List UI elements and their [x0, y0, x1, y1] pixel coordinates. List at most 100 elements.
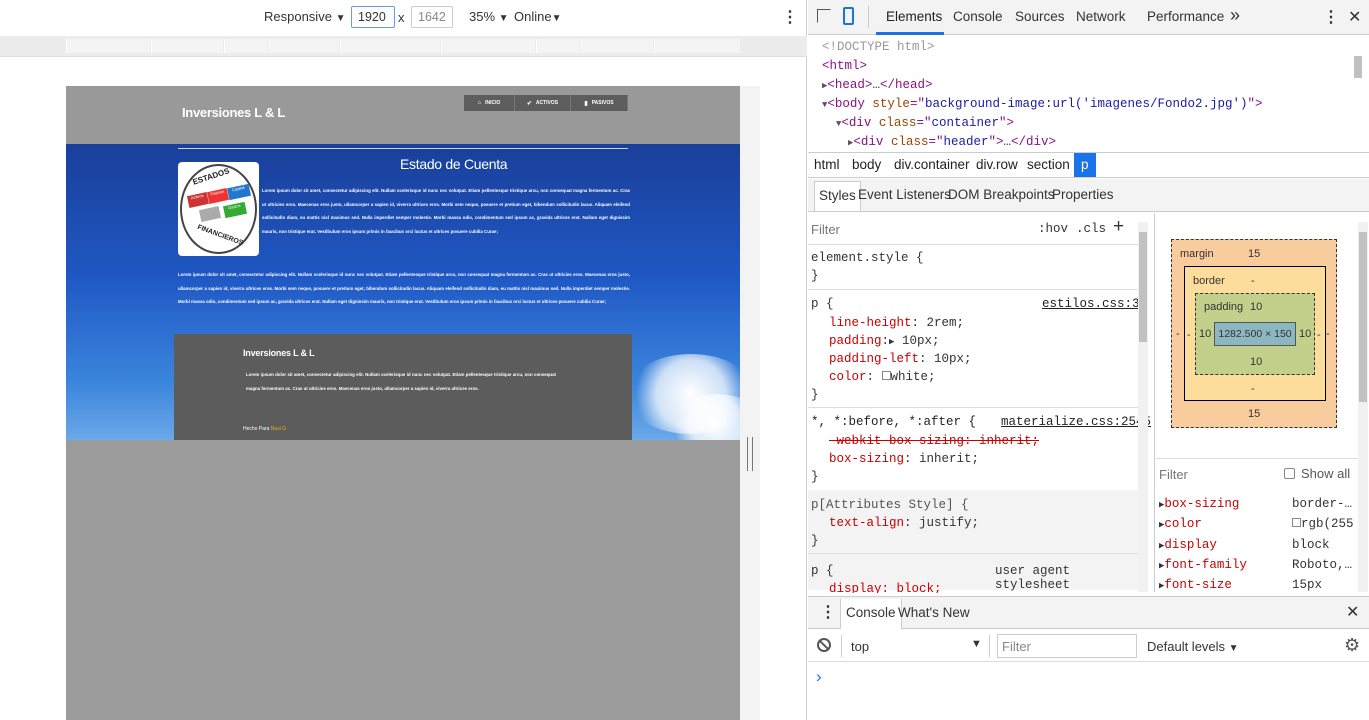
computed-filter-input[interactable]: Filter [1159, 467, 1188, 482]
ruler-segment[interactable] [224, 39, 268, 53]
padding-left[interactable]: 10 [1199, 328, 1211, 340]
nav-inicio-button[interactable]: ⌂ INICIO [464, 95, 515, 111]
close-icon[interactable]: ✕ [1348, 7, 1361, 27]
computed-scrollbar[interactable] [1358, 222, 1368, 592]
source-link[interactable]: materialize.css:2545 [1001, 415, 1151, 429]
box-content[interactable]: 1282.500 × 150 [1214, 322, 1296, 346]
breadcrumb-item-selected[interactable]: p [1074, 153, 1096, 177]
tab-elements[interactable]: Elements [886, 9, 942, 24]
log-levels-dropdown[interactable]: Default levels ▼ [1147, 639, 1239, 654]
drawer-tab-whats-new[interactable]: What's New [898, 605, 970, 620]
dom-scrollbar[interactable] [1354, 56, 1362, 78]
dom-node[interactable]: ▼<body style="background-image:url('imag… [822, 97, 1263, 111]
nav-pasivos-button[interactable]: ▮ PASIVOS [571, 95, 628, 111]
prop-name[interactable]: line-height [829, 316, 912, 330]
resize-handle[interactable] [747, 437, 753, 471]
console-filter-input[interactable]: Filter [997, 634, 1137, 658]
prop-value[interactable]: white; [891, 370, 936, 384]
breadcrumb-item[interactable]: body [852, 157, 881, 172]
ruler-segment[interactable] [536, 39, 580, 53]
dom-node[interactable]: ▼<div class="container"> [836, 116, 1014, 130]
dom-node[interactable]: <!DOCTYPE html> [822, 40, 935, 54]
drawer-menu-icon[interactable]: ⋮ [820, 602, 836, 622]
border-left[interactable]: - [1187, 329, 1191, 341]
margin-bottom[interactable]: 15 [1248, 408, 1260, 420]
source-link[interactable]: estilos.css:37 [1042, 297, 1147, 311]
rule-selector[interactable]: element.style { [811, 251, 924, 265]
tab-dom-breakpoints[interactable]: DOM Breakpoints [948, 187, 1055, 202]
dom-node[interactable]: ▶<div class="header">…</div> [848, 135, 1056, 149]
margin-top[interactable]: 15 [1248, 248, 1260, 260]
settings-gear-icon[interactable]: ⚙ [1344, 635, 1360, 656]
nav-activos-button[interactable]: ✔ ACTIVOS [515, 95, 571, 111]
dom-node[interactable]: ▶<head>…</head> [822, 78, 932, 92]
rule-selector[interactable]: p { [811, 297, 834, 311]
tab-sources[interactable]: Sources [1015, 9, 1065, 24]
box-margin[interactable]: margin 15 15 - - border - - - - padding … [1171, 239, 1337, 428]
prop-value[interactable]: 10px; [902, 334, 940, 348]
width-input[interactable]: 1920 [351, 6, 395, 28]
ruler-segment[interactable] [151, 39, 223, 53]
computed-row[interactable]: ▶display [1159, 538, 1217, 552]
color-swatch[interactable] [881, 371, 891, 380]
clear-console-icon[interactable] [817, 638, 831, 652]
prop-value[interactable]: inherit; [919, 452, 979, 466]
computed-row[interactable]: ▶color [1159, 517, 1202, 531]
more-options-icon[interactable]: ⋮ [782, 7, 798, 27]
breadcrumb-item[interactable]: div.container [894, 157, 970, 172]
more-tabs-icon[interactable]: » [1230, 5, 1240, 26]
tab-network[interactable]: Network [1076, 9, 1126, 24]
credit-link[interactable]: Nasi G [271, 426, 286, 432]
context-selector[interactable]: top [851, 639, 869, 654]
add-rule-icon[interactable]: + [1113, 216, 1124, 238]
dom-node[interactable]: <html> [822, 59, 867, 73]
styles-filter-input[interactable]: Filter [811, 222, 840, 237]
border-bottom[interactable]: - [1251, 383, 1255, 395]
zoom-dropdown[interactable]: 35% ▼ [469, 9, 509, 24]
tab-properties[interactable]: Properties [1052, 187, 1114, 202]
border-top[interactable]: - [1251, 275, 1255, 287]
network-throttle-dropdown[interactable]: Online▼ [514, 9, 561, 24]
prop-name[interactable]: box-sizing [829, 452, 904, 466]
device-mode-dropdown[interactable]: Responsive ▼ [264, 9, 345, 24]
prop-value[interactable]: 10px; [934, 352, 972, 366]
expand-arrow-icon[interactable]: ▶ [889, 337, 894, 347]
color-swatch[interactable] [1292, 518, 1301, 527]
ruler-segment[interactable] [654, 39, 740, 53]
padding-right[interactable]: 10 [1299, 328, 1311, 340]
ruler-segment[interactable] [269, 39, 339, 53]
ruler-segment[interactable] [581, 39, 653, 53]
prop-name[interactable]: color [829, 370, 867, 384]
prop-name[interactable]: padding [829, 334, 882, 348]
padding-top[interactable]: 10 [1250, 301, 1262, 313]
breadcrumb-item[interactable]: section [1027, 157, 1070, 172]
ruler-segment[interactable] [340, 39, 440, 53]
tab-event-listeners[interactable]: Event Listeners [858, 187, 951, 202]
media-query-ruler[interactable] [0, 36, 807, 57]
drawer-close-icon[interactable]: ✕ [1346, 602, 1359, 622]
rule-selector[interactable]: *, *:before, *:after { [811, 415, 976, 429]
height-input[interactable]: 1642 [411, 6, 453, 28]
cls-toggle[interactable]: .cls [1076, 222, 1106, 236]
box-border[interactable]: border - - - - padding 10 10 10 10 1282.… [1184, 266, 1326, 401]
box-padding[interactable]: padding 10 10 10 10 1282.500 × 150 [1195, 293, 1315, 375]
breadcrumb-item[interactable]: html [814, 157, 840, 172]
tab-styles[interactable]: Styles [814, 181, 861, 211]
tab-console[interactable]: Console [953, 9, 1003, 24]
dropdown-arrow-icon[interactable]: ▼ [971, 638, 982, 650]
console-prompt[interactable]: › [816, 667, 822, 687]
prop-value[interactable]: 2rem; [927, 316, 965, 330]
customize-icon[interactable]: ⋮ [1323, 7, 1339, 27]
device-toggle-icon[interactable] [843, 7, 854, 25]
breadcrumb-item[interactable]: div.row [976, 157, 1018, 172]
margin-right[interactable]: - [1326, 328, 1330, 340]
margin-left[interactable]: - [1176, 328, 1180, 340]
padding-bottom[interactable]: 10 [1250, 356, 1262, 368]
ruler-segment[interactable] [66, 39, 150, 53]
hov-toggle[interactable]: :hov [1038, 222, 1068, 236]
show-all-checkbox[interactable] [1284, 468, 1295, 479]
computed-row[interactable]: ▶box-sizing [1159, 497, 1239, 511]
drawer-tab-console[interactable]: Console [840, 599, 902, 629]
computed-row[interactable]: ▶font-family [1159, 558, 1247, 572]
prop-name[interactable]: padding-left [829, 352, 919, 366]
